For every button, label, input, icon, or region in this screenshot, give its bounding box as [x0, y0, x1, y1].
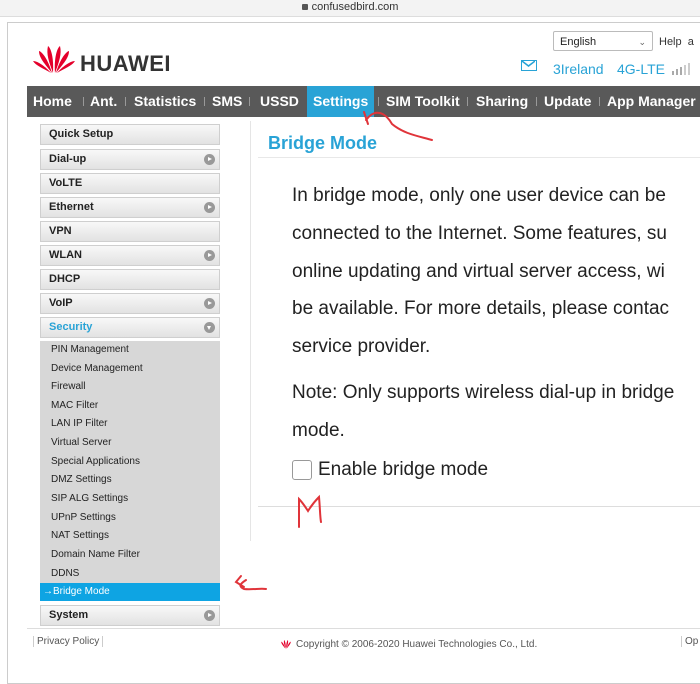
- huawei-small-logo-icon: [281, 640, 291, 649]
- copyright-text: Copyright © 2006-2020 Huawei Technologie…: [296, 639, 538, 650]
- footer-divider: [27, 628, 700, 629]
- footer-right-link[interactable]: Op: [681, 636, 698, 647]
- privacy-policy-link[interactable]: Privacy Policy: [33, 636, 104, 647]
- red-annotation-marks: [234, 111, 433, 591]
